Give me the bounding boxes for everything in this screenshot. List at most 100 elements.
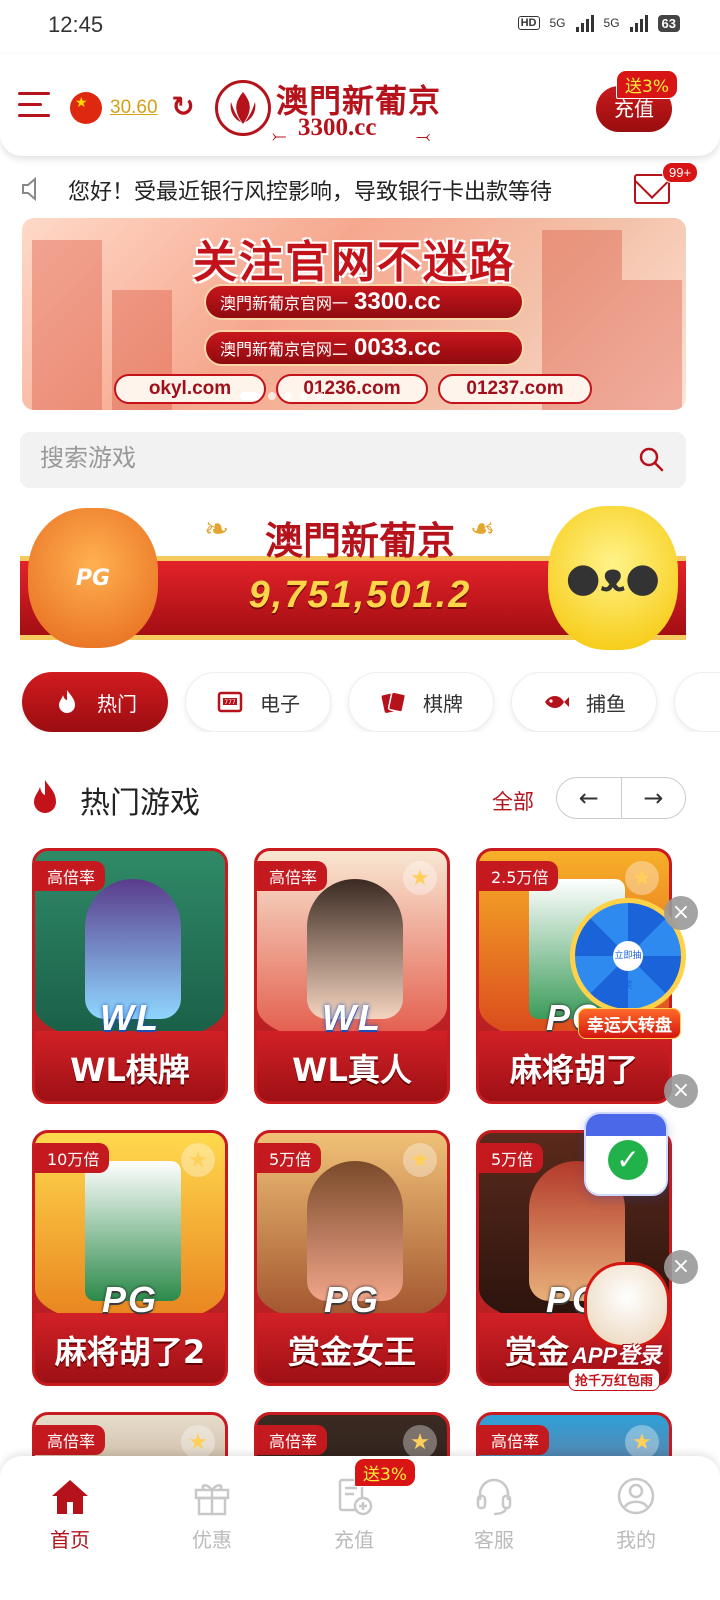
lucky-wheel-label[interactable]: 幸运大转盘: [578, 1008, 681, 1039]
logo-swirl-right: ⤙: [416, 126, 431, 147]
star-icon[interactable]: ★: [625, 861, 659, 895]
banner-row-2: 澳門新葡京官网二 0033.cc: [204, 330, 524, 366]
next-arrow-icon[interactable]: →: [620, 778, 686, 818]
deposit-promo-tag: 送3%: [354, 1458, 416, 1487]
banner-row-label: 澳門新葡京官网一: [220, 294, 349, 313]
ox-mascot: [584, 1262, 670, 1348]
battery-icon: 63: [657, 14, 680, 32]
star-icon[interactable]: ★: [181, 1143, 215, 1177]
china-flag-icon: ★: [70, 92, 102, 124]
star-icon[interactable]: ★: [403, 861, 437, 895]
game-tag: 高倍率: [479, 1425, 550, 1455]
tab-more[interactable]: [674, 672, 720, 732]
game-name: WL棋牌: [70, 1051, 190, 1089]
mail-badge: 99+: [662, 162, 699, 183]
profile-icon: [617, 1477, 655, 1515]
prev-arrow-icon[interactable]: ←: [557, 778, 621, 818]
status-icons: HD 5G 5G 63: [517, 14, 680, 32]
nav-label: 优惠: [192, 1528, 232, 1552]
network-label-2: 5G: [603, 16, 620, 30]
recharge-promo-tag: 送3%: [616, 70, 678, 99]
nav-support[interactable]: 客服: [434, 1474, 554, 1564]
logo-emblem: [215, 80, 271, 136]
section-pager: ← →: [556, 777, 686, 819]
panda-face-icon: ●ᴥ●: [565, 555, 661, 601]
nav-profile[interactable]: 我的: [576, 1474, 696, 1564]
promo-banner[interactable]: 关注官网不迷路 澳門新葡京官网一 3300.cc 澳門新葡京官网二 0033.c…: [22, 218, 686, 410]
search-icon[interactable]: [638, 446, 664, 472]
game-tag: 2.5万倍: [479, 861, 559, 891]
balance-amount[interactable]: 30.60: [110, 97, 158, 119]
nav-deposit[interactable]: 充值: [294, 1474, 414, 1564]
game-card[interactable]: PG 麻将胡了2 10万倍 ★: [32, 1130, 228, 1386]
banner-row-domain: 0033.cc: [354, 334, 441, 361]
nav-label: 充值: [334, 1528, 374, 1552]
cards-icon: [381, 691, 407, 713]
view-all-link[interactable]: 全部: [492, 786, 534, 816]
panda-mascot: ●ᴥ●: [548, 506, 678, 650]
tab-hot[interactable]: 热门: [22, 672, 168, 732]
tab-label: 热门: [97, 691, 137, 716]
app-login-label: APP登录: [572, 1343, 662, 1368]
home-icon: [52, 1480, 88, 1514]
svg-text:777: 777: [224, 699, 236, 706]
game-name: 麻将胡了: [509, 1051, 638, 1089]
nav-label: 首页: [50, 1528, 90, 1552]
banner-title: 关注官网不迷路: [193, 237, 515, 288]
signal-icon: [575, 14, 594, 32]
nav-label: 客服: [474, 1528, 514, 1552]
game-tag: 高倍率: [35, 861, 106, 891]
provider-logo: PG: [101, 1279, 158, 1320]
nav-home[interactable]: 首页: [10, 1474, 130, 1564]
star-icon[interactable]: ★: [403, 1143, 437, 1177]
wheel-hub: 立即抽奖: [613, 941, 643, 991]
fish-icon: [545, 696, 569, 708]
game-name: 赏金女王: [287, 1333, 416, 1371]
game-tag: 5万倍: [479, 1143, 544, 1173]
speaker-icon: [22, 176, 36, 202]
star-icon[interactable]: ★: [403, 1425, 437, 1459]
game-name: WL真人: [292, 1051, 412, 1089]
gift-icon: [194, 1484, 230, 1516]
status-bar: 12:45 HD 5G 5G 63: [0, 0, 720, 54]
app-login-sub: 抢千万红包雨: [568, 1368, 661, 1391]
banner-domain-pill: 01237.com: [438, 374, 592, 404]
game-card[interactable]: WL WL真人 高倍率 ★: [254, 848, 450, 1104]
search-input[interactable]: [40, 444, 600, 472]
close-wheel-button[interactable]: ×: [664, 896, 698, 930]
carousel-dots: [240, 392, 324, 400]
star-icon[interactable]: ★: [181, 1425, 215, 1459]
tab-electronic[interactable]: 777 电子: [185, 672, 331, 732]
fire-icon: [59, 690, 75, 713]
logo-domain: 3300.cc: [298, 114, 377, 141]
game-card[interactable]: PG 赏金女王 5万倍 ★: [254, 1130, 450, 1386]
logo-swirl-left: ⤚: [272, 126, 287, 147]
fire-icon: [34, 780, 56, 813]
checkin-calendar-widget[interactable]: ✓: [584, 1112, 668, 1196]
jackpot-banner: ❧ ❧ 澳門新葡京 9,751,501.2 PG ●ᴥ●: [0, 500, 720, 658]
notice-text: 您好！受最近银行风控影响，导致银行卡出款等待: [68, 180, 553, 205]
refresh-icon[interactable]: ↻: [168, 92, 198, 122]
app-login-widget[interactable]: APP登录 抢千万红包雨: [560, 1262, 690, 1391]
game-tag: 高倍率: [257, 1425, 328, 1455]
banner-row-domain: 3300.cc: [354, 288, 441, 315]
tab-label: 捕鱼: [586, 691, 626, 716]
status-time: 12:45: [48, 12, 104, 37]
tab-cards[interactable]: 棋牌: [348, 672, 494, 732]
nav-promotions[interactable]: 优惠: [152, 1474, 272, 1564]
menu-icon[interactable]: [18, 90, 50, 120]
headset-icon: [476, 1478, 512, 1516]
section-header: 热门游戏 全部 ← →: [20, 772, 700, 824]
network-label-1: 5G: [549, 16, 566, 30]
game-tag: 高倍率: [257, 861, 328, 891]
tab-label: 电子: [260, 691, 300, 716]
star-icon[interactable]: ★: [625, 1425, 659, 1459]
notice-bar[interactable]: 您好！受最近银行风控影响，导致银行卡出款等待: [0, 160, 720, 214]
category-tabs: 热门 777 电子 棋牌 捕鱼: [0, 672, 720, 732]
game-name: 麻将胡了2: [54, 1333, 206, 1371]
provider-logo: WL: [100, 997, 160, 1038]
close-checkin-button[interactable]: ×: [664, 1074, 698, 1108]
tiger-badge: PG: [75, 565, 111, 591]
game-card[interactable]: WL WL棋牌 高倍率: [32, 848, 228, 1104]
tab-fishing[interactable]: 捕鱼: [511, 672, 657, 732]
